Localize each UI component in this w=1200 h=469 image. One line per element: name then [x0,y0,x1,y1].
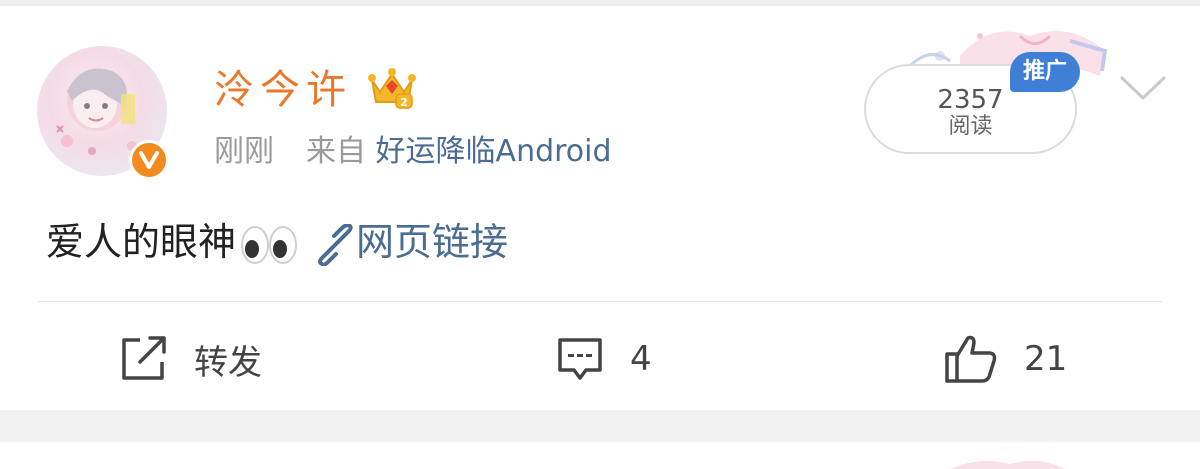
post-meta: 刚刚 来自 好运降临Android [214,130,612,174]
divider [38,301,1162,302]
crown-level-icon[interactable]: 2 [366,62,418,110]
repost-label: 转发 [194,342,262,383]
thumbs-up-icon [945,335,997,383]
author-name[interactable]: 泠今许 [214,62,352,118]
repost-button[interactable]: 转发 [120,332,262,386]
eyes-emoji-icon [241,225,298,264]
chevron-down-icon[interactable] [1118,70,1168,106]
promo-badge: 推广 [1010,52,1080,92]
comment-button[interactable]: 4 [556,332,652,386]
comment-count: 4 [630,339,652,379]
next-post-card[interactable] [0,442,1200,469]
like-count: 21 [1024,339,1068,379]
web-link[interactable]: 网页链接 [356,220,508,264]
decoration-ribbon-icon [950,460,1065,469]
post-time: 刚刚 [214,134,274,169]
read-label: 阅读 [948,114,993,139]
source-app-link[interactable]: 好运降临Android [376,134,612,169]
link-icon[interactable] [314,223,356,266]
post-content-text: 爱人的眼神 [46,220,237,264]
feed-page: 泠今许 2 刚刚 来自 好运降临Android 2357 阅读 推广 爱人的眼神… [0,0,1200,469]
like-button[interactable]: 21 [944,332,1067,386]
comment-icon [558,338,602,380]
avatar[interactable] [37,46,169,180]
svg-text:2: 2 [400,96,408,109]
post-content: 爱人的眼神 网页链接 [46,214,508,270]
repost-icon [122,336,166,380]
source-prefix: 来自 [306,134,366,169]
post-card[interactable]: 泠今许 2 刚刚 来自 好运降临Android 2357 阅读 推广 爱人的眼神… [0,6,1200,410]
verified-badge-icon [129,140,169,180]
